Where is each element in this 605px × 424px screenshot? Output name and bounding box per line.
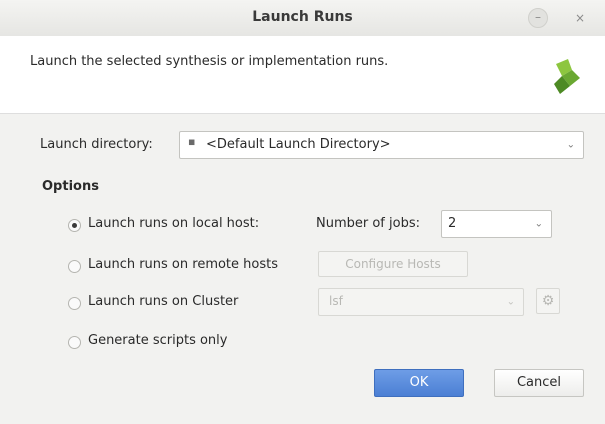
options-heading: Options	[42, 179, 99, 194]
chevron-down-icon[interactable]: ⌄	[567, 140, 575, 151]
title-bar[interactable]: Launch Runs – ×	[0, 0, 605, 37]
launch-directory-select[interactable]: ◾ <Default Launch Directory> ⌄	[179, 131, 584, 159]
bullet-icon: ◾	[188, 137, 196, 148]
cluster-select[interactable]: lsf ⌄	[318, 288, 524, 316]
radio-remote-hosts[interactable]	[68, 260, 81, 273]
radio-cluster[interactable]	[68, 297, 81, 310]
chevron-down-icon[interactable]: ⌄	[507, 297, 515, 308]
chevron-down-icon[interactable]: ⌄	[535, 219, 543, 230]
window-title: Launch Runs	[252, 9, 353, 25]
number-of-jobs-select[interactable]: 2 ⌄	[441, 210, 552, 238]
vivado-logo-icon	[552, 56, 582, 96]
launch-directory-value: <Default Launch Directory>	[206, 137, 391, 152]
number-of-jobs-label: Number of jobs:	[316, 216, 420, 231]
cluster-label[interactable]: Launch runs on Cluster	[88, 294, 238, 309]
local-host-label[interactable]: Launch runs on local host:	[88, 216, 259, 231]
gear-icon[interactable]: ⚙	[536, 288, 560, 314]
launch-directory-label: Launch directory:	[40, 137, 153, 152]
scripts-only-label[interactable]: Generate scripts only	[88, 333, 227, 348]
dialog-header	[0, 36, 605, 114]
minimize-icon[interactable]: –	[528, 8, 548, 28]
close-icon[interactable]: ×	[570, 8, 590, 28]
cancel-button[interactable]: Cancel	[494, 369, 584, 397]
radio-local-host[interactable]	[68, 219, 81, 232]
dialog-description: Launch the selected synthesis or impleme…	[30, 54, 389, 69]
radio-scripts-only[interactable]	[68, 336, 81, 349]
remote-hosts-label[interactable]: Launch runs on remote hosts	[88, 257, 278, 272]
configure-hosts-button[interactable]: Configure Hosts	[318, 251, 468, 277]
number-of-jobs-value: 2	[448, 216, 457, 231]
ok-button[interactable]: OK	[374, 369, 464, 397]
cluster-value: lsf	[329, 294, 343, 308]
